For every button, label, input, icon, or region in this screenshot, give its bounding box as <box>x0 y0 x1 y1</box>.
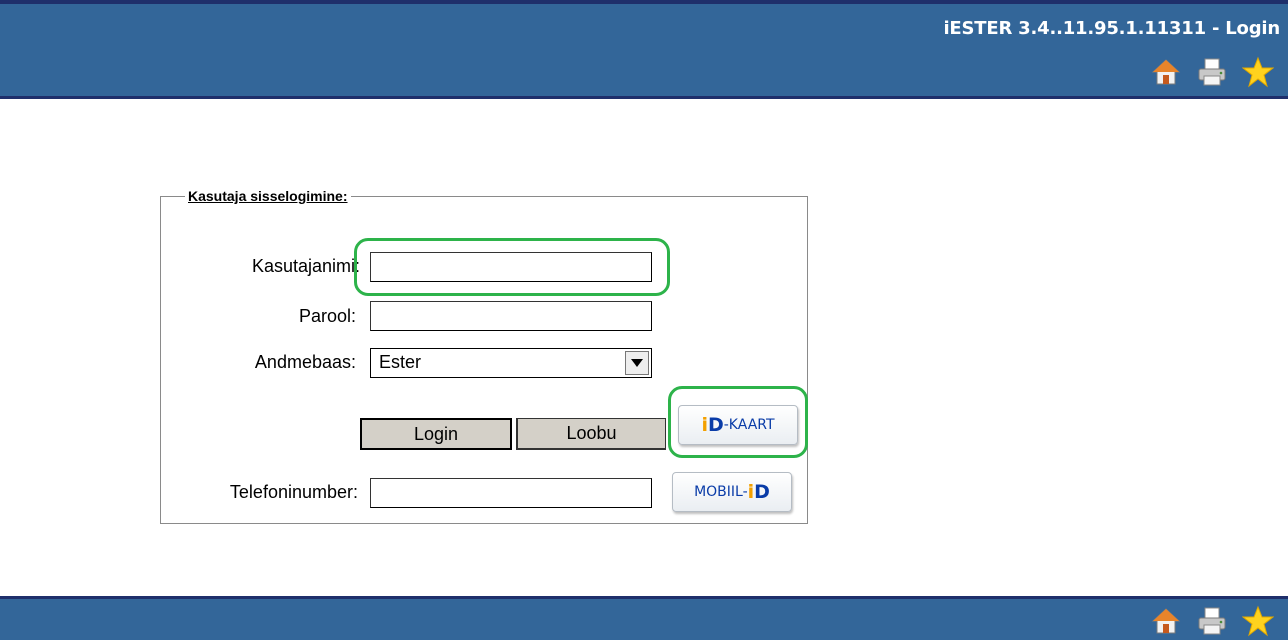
footer-bar <box>0 596 1288 640</box>
mobile-id-label: MOBIIL- <box>694 484 748 500</box>
password-field[interactable] <box>370 301 652 331</box>
header-bar: iESTER 3.4..11.95.1.11311 - Login <box>0 0 1288 96</box>
print-icon[interactable] <box>1196 605 1228 637</box>
username-label: Kasutajanimi: <box>251 256 360 276</box>
favorite-star-icon[interactable] <box>1242 56 1274 88</box>
mobile-id-logo: iD <box>748 481 770 503</box>
id-logo: iD <box>701 414 723 436</box>
header-divider <box>0 96 1288 99</box>
header-toolbar <box>1150 56 1274 88</box>
home-icon[interactable] <box>1150 605 1182 637</box>
home-icon[interactable] <box>1150 56 1182 88</box>
mobile-id-button[interactable]: MOBIIL- iD <box>672 472 792 512</box>
login-button[interactable]: Login <box>360 418 512 450</box>
id-card-button[interactable]: iD -KAART <box>678 405 798 445</box>
cancel-button[interactable]: Loobu <box>516 418 666 450</box>
database-label: Andmebaas: <box>254 352 356 372</box>
username-field[interactable] <box>370 252 652 282</box>
favorite-star-icon[interactable] <box>1242 605 1274 637</box>
print-icon[interactable] <box>1196 56 1228 88</box>
id-logo-letter: D <box>707 414 724 436</box>
chevron-down-icon[interactable] <box>625 351 649 375</box>
id-card-label: -KAART <box>723 417 775 433</box>
database-select[interactable]: Ester <box>370 348 652 378</box>
app-title: iESTER 3.4..11.95.1.11311 - Login <box>943 18 1280 39</box>
phone-field[interactable] <box>370 478 652 508</box>
footer-toolbar <box>1150 605 1274 637</box>
database-selected-value: Ester <box>379 352 422 372</box>
password-label: Parool: <box>298 306 356 326</box>
mobile-id-logo-letter: D <box>754 481 770 503</box>
phone-label: Telefoninumber: <box>229 482 358 502</box>
login-panel-title: Kasutaja sisselogimine: <box>188 188 348 204</box>
